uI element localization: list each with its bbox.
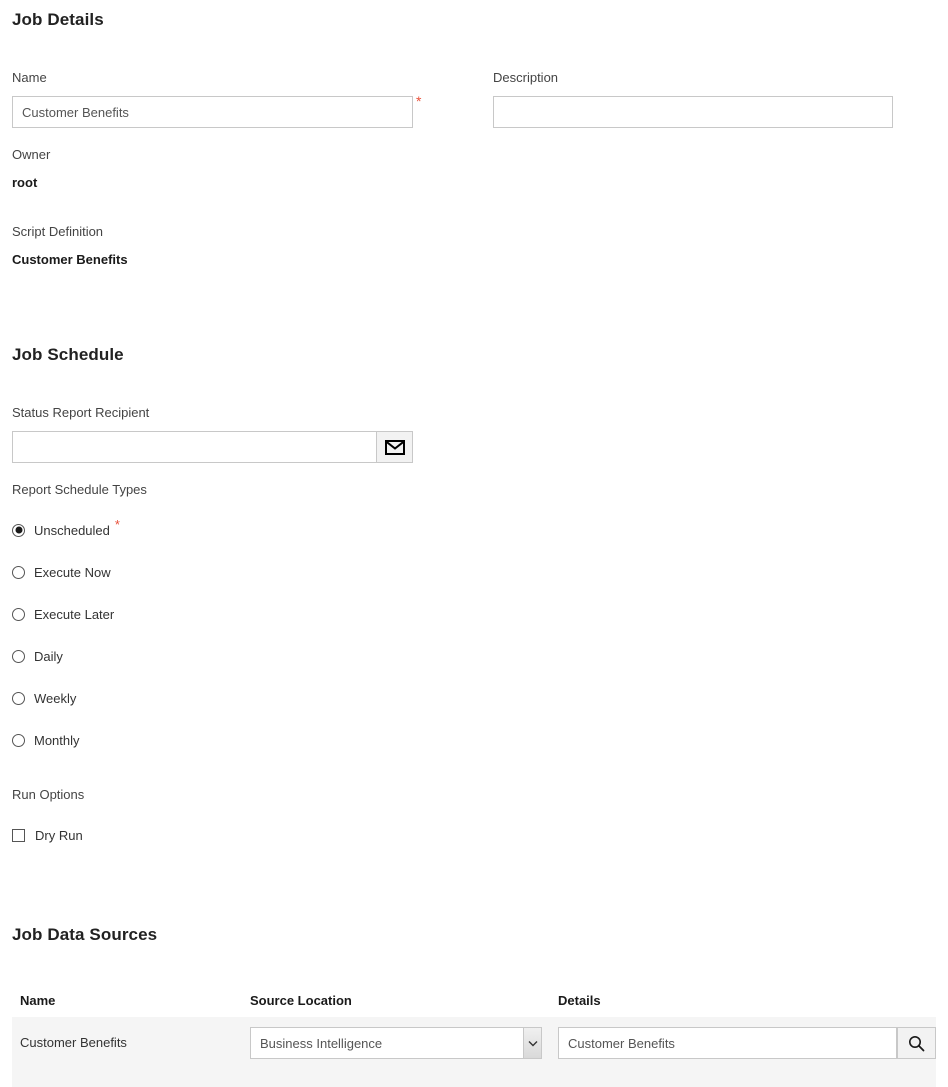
table-header-details: Details xyxy=(558,993,601,1008)
radio-indicator-daily[interactable] xyxy=(12,649,25,663)
radio-label-daily: Daily xyxy=(34,648,63,664)
radio-label-execute-later: Execute Later xyxy=(34,606,115,622)
details-search-button[interactable] xyxy=(897,1027,936,1059)
owner-value: root xyxy=(12,175,38,190)
radio-option-monthly[interactable]: Monthly xyxy=(12,731,80,749)
radio-label-monthly: Monthly xyxy=(34,732,80,748)
search-icon xyxy=(908,1035,925,1052)
source-location-select-value: Business Intelligence xyxy=(260,1035,383,1051)
description-label: Description xyxy=(493,70,559,85)
source-location-select[interactable]: Business Intelligence xyxy=(250,1027,542,1059)
name-label: Name xyxy=(12,70,47,85)
table-header-name: Name xyxy=(20,993,56,1008)
radio-label-execute-now: Execute Now xyxy=(34,564,111,580)
status-report-recipient-input[interactable] xyxy=(12,431,377,463)
job-editor-page: Job Details Name * Description Owner roo… xyxy=(0,0,948,1087)
radio-indicator-execute-later[interactable] xyxy=(12,607,25,621)
radio-option-daily[interactable]: Daily xyxy=(12,647,63,665)
owner-label: Owner xyxy=(12,147,51,162)
email-recipient-button[interactable] xyxy=(376,431,413,463)
report-schedule-types-label: Report Schedule Types xyxy=(12,482,147,497)
radio-option-unscheduled[interactable]: Unscheduled * xyxy=(12,517,120,539)
checkbox-indicator-dry-run[interactable] xyxy=(12,828,25,842)
checkbox-label-dry-run: Dry Run xyxy=(35,827,83,843)
radio-indicator-unscheduled[interactable] xyxy=(12,523,25,537)
name-input[interactable] xyxy=(12,96,413,128)
status-report-recipient-label: Status Report Recipient xyxy=(12,405,150,420)
radio-indicator-execute-now[interactable] xyxy=(12,565,25,579)
checkbox-option-dry-run[interactable]: Dry Run xyxy=(12,826,83,844)
job-data-sources-heading: Job Data Sources xyxy=(12,925,158,944)
table-header-source-location: Source Location xyxy=(250,993,352,1008)
radio-indicator-weekly[interactable] xyxy=(12,691,25,705)
table-cell-name: Customer Benefits xyxy=(20,1035,127,1050)
radio-label-unscheduled: Unscheduled xyxy=(34,522,110,538)
radio-label-weekly: Weekly xyxy=(34,690,77,706)
description-input[interactable] xyxy=(493,96,893,128)
chevron-down-icon[interactable] xyxy=(523,1028,541,1058)
name-required-asterisk: * xyxy=(416,93,422,109)
schedule-types-required-asterisk: * xyxy=(114,517,120,532)
envelope-icon xyxy=(384,439,405,455)
job-schedule-heading: Job Schedule xyxy=(12,345,124,364)
radio-indicator-monthly[interactable] xyxy=(12,733,25,747)
radio-option-weekly[interactable]: Weekly xyxy=(12,689,76,707)
radio-option-execute-now[interactable]: Execute Now xyxy=(12,563,111,581)
radio-option-execute-later[interactable]: Execute Later xyxy=(12,605,114,623)
job-details-heading: Job Details xyxy=(12,10,104,29)
run-options-label: Run Options xyxy=(12,787,85,802)
script-definition-value: Customer Benefits xyxy=(12,252,128,267)
details-input[interactable] xyxy=(558,1027,897,1059)
script-definition-label: Script Definition xyxy=(12,224,104,239)
